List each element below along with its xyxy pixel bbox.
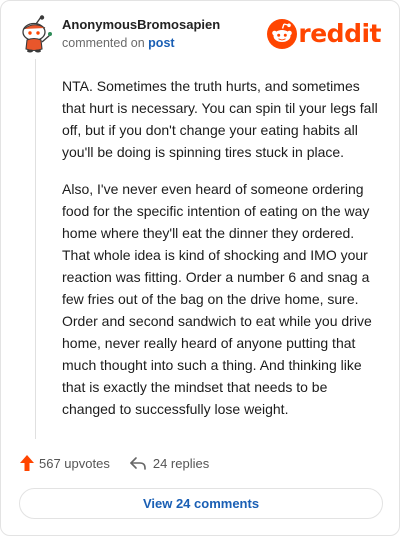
comment-context: commented on post [62, 35, 220, 52]
replies-button[interactable]: 24 replies [129, 455, 209, 471]
comment-paragraph: NTA. Sometimes the truth hurts, and some… [62, 78, 378, 160]
reddit-wordmark: reddit [298, 19, 381, 48]
reply-arrow-icon [130, 457, 146, 470]
comment-card: AnonymousBromosapien commented on post r… [0, 0, 400, 536]
view-comments-button[interactable]: View 24 comments [19, 488, 383, 519]
comment-actions: 567 upvotes 24 replies [19, 454, 209, 472]
snoo-avatar-icon[interactable] [19, 15, 53, 53]
reddit-snoo-icon [267, 19, 298, 49]
author-username[interactable]: AnonymousBromosapien [62, 17, 220, 33]
action-text: commented on [62, 36, 145, 50]
comment-header: AnonymousBromosapien commented on post [62, 17, 220, 52]
upvote-button[interactable]: 567 upvotes [19, 454, 110, 472]
comment-body: NTA. Sometimes the truth hurts, and some… [62, 75, 382, 435]
comment-paragraph: Also, I've never even heard of someone o… [62, 181, 372, 417]
post-link[interactable]: post [148, 36, 174, 50]
upvote-count: 567 upvotes [39, 455, 110, 471]
reddit-logo: reddit [267, 19, 381, 49]
thread-line[interactable] [35, 59, 36, 439]
reply-count: 24 replies [152, 455, 210, 471]
upvote-arrow-icon [20, 455, 34, 471]
